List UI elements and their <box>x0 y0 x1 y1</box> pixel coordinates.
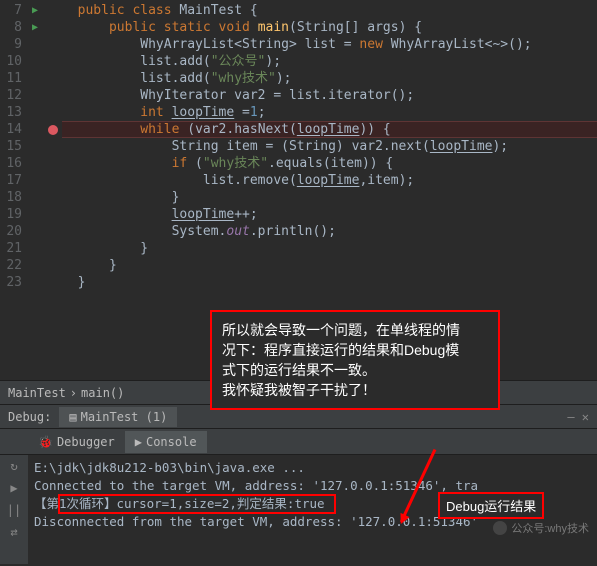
line-number: 14 <box>0 121 26 138</box>
stop-icon[interactable]: || <box>7 503 21 517</box>
code-line[interactable]: } <box>62 257 597 274</box>
tab-debugger[interactable]: 🐞 Debugger <box>28 431 125 453</box>
watermark: 公众号:why技术 <box>493 520 589 536</box>
breakpoint-gutter[interactable] <box>44 0 62 380</box>
console-icon: ▶ <box>135 435 142 449</box>
debug-close-icon[interactable]: — ✕ <box>567 410 589 424</box>
line-number: 16 <box>0 155 26 172</box>
code-line[interactable]: loopTime++; <box>62 206 597 223</box>
crumb-class[interactable]: MainTest <box>8 386 66 400</box>
line-number: 22 <box>0 257 26 274</box>
line-number: 18 <box>0 189 26 206</box>
code-line[interactable]: } <box>62 274 597 291</box>
code-line[interactable]: WhyIterator var2 = list.iterator(); <box>62 87 597 104</box>
line-number: 17 <box>0 172 26 189</box>
code-line[interactable]: public static void main(String[] args) { <box>62 19 597 36</box>
watermark-icon <box>493 521 507 535</box>
line-gutter: 7891011121314151617181920212223 <box>0 0 26 380</box>
crumb-sep: › <box>70 386 77 400</box>
code-line[interactable]: } <box>62 240 597 257</box>
code-line[interactable]: System.out.println(); <box>62 223 597 240</box>
line-number: 8 <box>0 19 26 36</box>
code-line[interactable]: public class MainTest { <box>62 2 597 19</box>
line-number: 20 <box>0 223 26 240</box>
line-number: 10 <box>0 53 26 70</box>
code-line[interactable]: list.add("why技术"); <box>62 70 597 87</box>
code-line[interactable]: list.remove(loopTime,item); <box>62 172 597 189</box>
debug-result-box: Debug运行结果 <box>438 492 544 519</box>
breakpoint-icon[interactable] <box>48 125 58 135</box>
run-gutter[interactable]: ▶▶ <box>26 0 44 380</box>
console-toolbar: ↻ ▶ || ⇄ <box>0 455 28 564</box>
line-number: 11 <box>0 70 26 87</box>
run-icon[interactable]: ▶ <box>32 5 38 16</box>
line-number: 19 <box>0 206 26 223</box>
line-number: 12 <box>0 87 26 104</box>
annotation-box: 所以就会导致一个问题，在单线程的情 况下：程序直接运行的结果和Debug模 式下… <box>210 310 500 410</box>
rerun-icon[interactable]: ↻ <box>10 459 17 473</box>
layout-icon[interactable]: ⇄ <box>10 525 17 539</box>
step-icon[interactable]: ▶ <box>10 481 17 495</box>
debug-session-tab[interactable]: ▤ MainTest (1) <box>59 407 177 427</box>
code-line[interactable]: int loopTime =1; <box>62 104 597 121</box>
code-line[interactable]: if ("why技术".equals(item)) { <box>62 155 597 172</box>
tab-icon: ▤ <box>69 410 76 424</box>
tab-console[interactable]: ▶ Console <box>125 431 207 453</box>
code-line[interactable]: list.add("公众号"); <box>62 53 597 70</box>
debug-tabs: 🐞 Debugger ▶ Console <box>0 428 597 454</box>
debug-label: Debug: <box>0 410 59 424</box>
run-icon[interactable]: ▶ <box>32 22 38 33</box>
line-number: 7 <box>0 2 26 19</box>
line-number: 15 <box>0 138 26 155</box>
code-line[interactable]: while (var2.hasNext(loopTime)) { <box>62 121 597 138</box>
crumb-method[interactable]: main() <box>81 386 124 400</box>
line-number: 23 <box>0 274 26 291</box>
line-number: 13 <box>0 104 26 121</box>
console-highlight-box <box>58 494 336 514</box>
code-line[interactable]: } <box>62 189 597 206</box>
code-line[interactable]: WhyArrayList<String> list = new WhyArray… <box>62 36 597 53</box>
code-line[interactable]: String item = (String) var2.next(loopTim… <box>62 138 597 155</box>
line-number: 21 <box>0 240 26 257</box>
bug-icon: 🐞 <box>38 435 53 449</box>
line-number: 9 <box>0 36 26 53</box>
